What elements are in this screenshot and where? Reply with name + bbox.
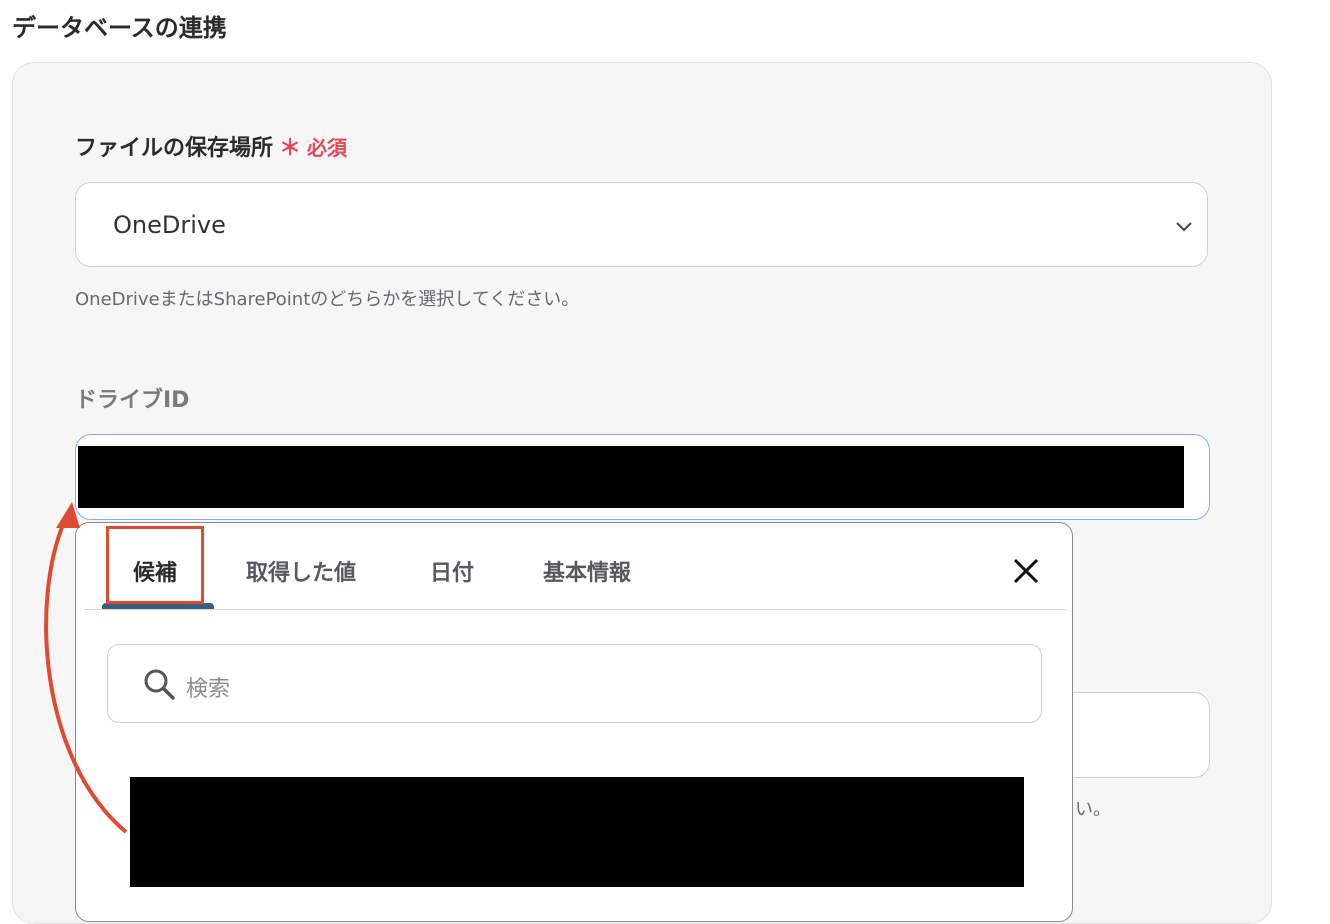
search-placeholder: 検索	[186, 677, 231, 702]
required-text: 必須	[307, 136, 348, 160]
redacted-drive-id	[78, 446, 1184, 508]
annotation-highlight-box	[106, 526, 204, 604]
redacted-candidate-item[interactable]	[130, 777, 1024, 887]
drive-id-label: ドライブID	[75, 388, 190, 413]
background-help-text: い。	[1075, 799, 1111, 820]
close-icon[interactable]	[1010, 555, 1042, 587]
tab-retrieved-values[interactable]: 取得した値	[246, 555, 356, 587]
search-input[interactable]: 検索	[107, 644, 1042, 723]
tab-basic-info[interactable]: 基本情報	[543, 555, 631, 587]
value-picker-popup: 候補 取得した値 日付 基本情報 検索	[75, 522, 1073, 922]
section-title: データベースの連携	[12, 14, 227, 42]
search-icon	[144, 669, 175, 700]
chevron-down-icon	[1176, 222, 1192, 232]
storage-label: ファイルの保存場所＊必須	[75, 130, 347, 162]
storage-select-value: OneDrive	[113, 211, 226, 239]
tab-divider	[84, 609, 1066, 610]
required-mark: ＊	[279, 136, 302, 161]
background-input[interactable]	[1060, 692, 1210, 778]
storage-select[interactable]: OneDrive	[75, 182, 1208, 267]
storage-label-text: ファイルの保存場所	[75, 136, 274, 161]
storage-help-text: OneDriveまたはSharePointのどちらかを選択してください。	[75, 289, 580, 310]
tab-date[interactable]: 日付	[430, 555, 474, 587]
